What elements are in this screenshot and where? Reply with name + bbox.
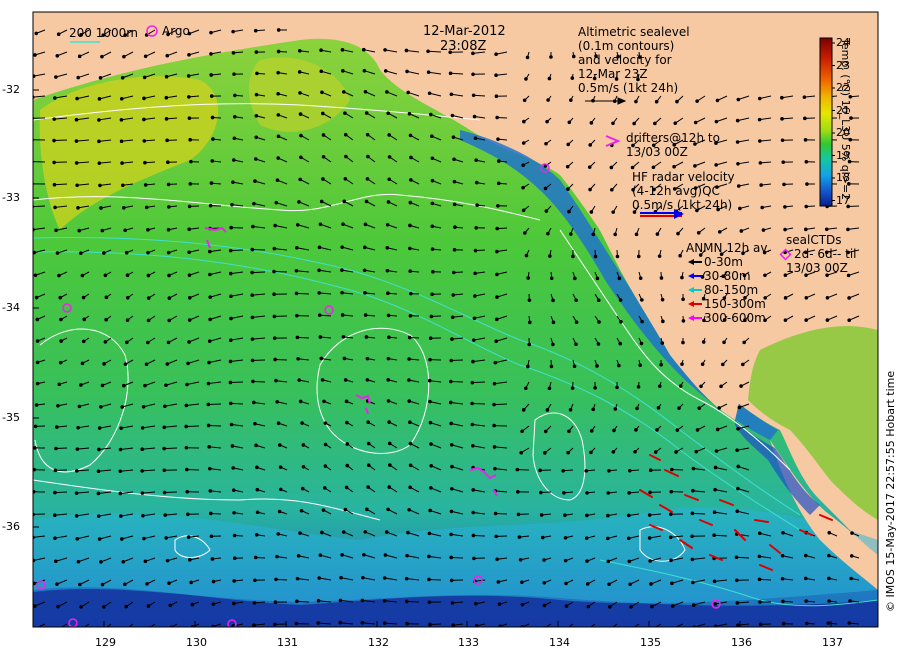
altimetry-line-2: (0.1m contours) bbox=[578, 39, 675, 53]
altimetry-legend: Altimetric sealevel (0.1m contours) and … bbox=[578, 25, 690, 95]
anmn-legend: ANMN 12h av. 0-30m 30-80m 80-150m 150-30… bbox=[686, 241, 770, 325]
anmn-item-2: 30-80m bbox=[704, 269, 751, 283]
x-tick-label: 132 bbox=[368, 636, 389, 649]
colorbar bbox=[819, 37, 833, 207]
y-tick-label: -33 bbox=[2, 191, 20, 204]
altimetry-line-4: 12-Mar 23Z bbox=[578, 67, 648, 81]
argo-legend-label: Argo bbox=[162, 24, 190, 38]
anmn-item-3: 80-150m bbox=[704, 283, 759, 297]
anmn-item-4: 150-300m bbox=[704, 297, 766, 311]
y-tick-label: -34 bbox=[2, 301, 20, 314]
x-tick-label: 136 bbox=[731, 636, 752, 649]
sst-map bbox=[32, 11, 879, 628]
map-time: 23:08Z bbox=[440, 39, 487, 54]
sealctd-legend: sealCTDs 2d- 6d-- til 13/03 00Z bbox=[786, 233, 857, 275]
y-tick-label: -32 bbox=[2, 83, 20, 96]
altimetry-line-5: 0.5m/s (1kt 24h) bbox=[578, 81, 679, 95]
colorbar-title: Temp. (°C) 16_L3U 5% ql>=2 bbox=[839, 38, 852, 201]
y-tick-label: -36 bbox=[2, 520, 20, 533]
x-tick-label: 130 bbox=[186, 636, 207, 649]
x-tick-label: 133 bbox=[458, 636, 479, 649]
altimetry-line-3: and velocity for bbox=[578, 53, 672, 67]
y-tick-label: -35 bbox=[2, 411, 20, 424]
sealctd-line-1: sealCTDs bbox=[786, 233, 842, 247]
x-tick-label: 137 bbox=[822, 636, 843, 649]
x-tick-label: 135 bbox=[640, 636, 661, 649]
drifter-line-2: 13/03 00Z bbox=[626, 145, 688, 159]
hf-radar-line-1: HF radar velocity bbox=[632, 170, 735, 184]
hf-radar-line-3: 0.5m/s (1kt 24h) bbox=[632, 198, 733, 212]
x-tick-label: 131 bbox=[277, 636, 298, 649]
credit-text: © IMOS 15-May-2017 22:57:55 Hobart time bbox=[884, 370, 897, 612]
x-tick-label: 129 bbox=[95, 636, 116, 649]
map-date: 12-Mar-2012 bbox=[423, 24, 506, 39]
x-tick-label: 134 bbox=[549, 636, 570, 649]
anmn-title: ANMN 12h av. bbox=[686, 241, 771, 255]
hf-radar-legend: HF radar velocity (4-12h avg)QC 0.5m/s (… bbox=[632, 170, 735, 212]
sealctd-line-2: 2d- 6d-- til bbox=[794, 247, 857, 261]
sealctd-line-3: 13/03 00Z bbox=[786, 261, 848, 275]
hf-radar-line-2: (4-12h avg)QC bbox=[632, 184, 720, 198]
drifter-legend: drifters@12h to 13/03 00Z bbox=[626, 131, 720, 159]
anmn-item-1: 0-30m bbox=[704, 255, 743, 269]
anmn-item-5: 300-600m bbox=[704, 311, 766, 325]
altimetry-line-1: Altimetric sealevel bbox=[578, 25, 690, 39]
isobath-legend-label: 200 1000m bbox=[69, 26, 138, 40]
drifter-line-1: drifters@12h to bbox=[626, 131, 720, 145]
